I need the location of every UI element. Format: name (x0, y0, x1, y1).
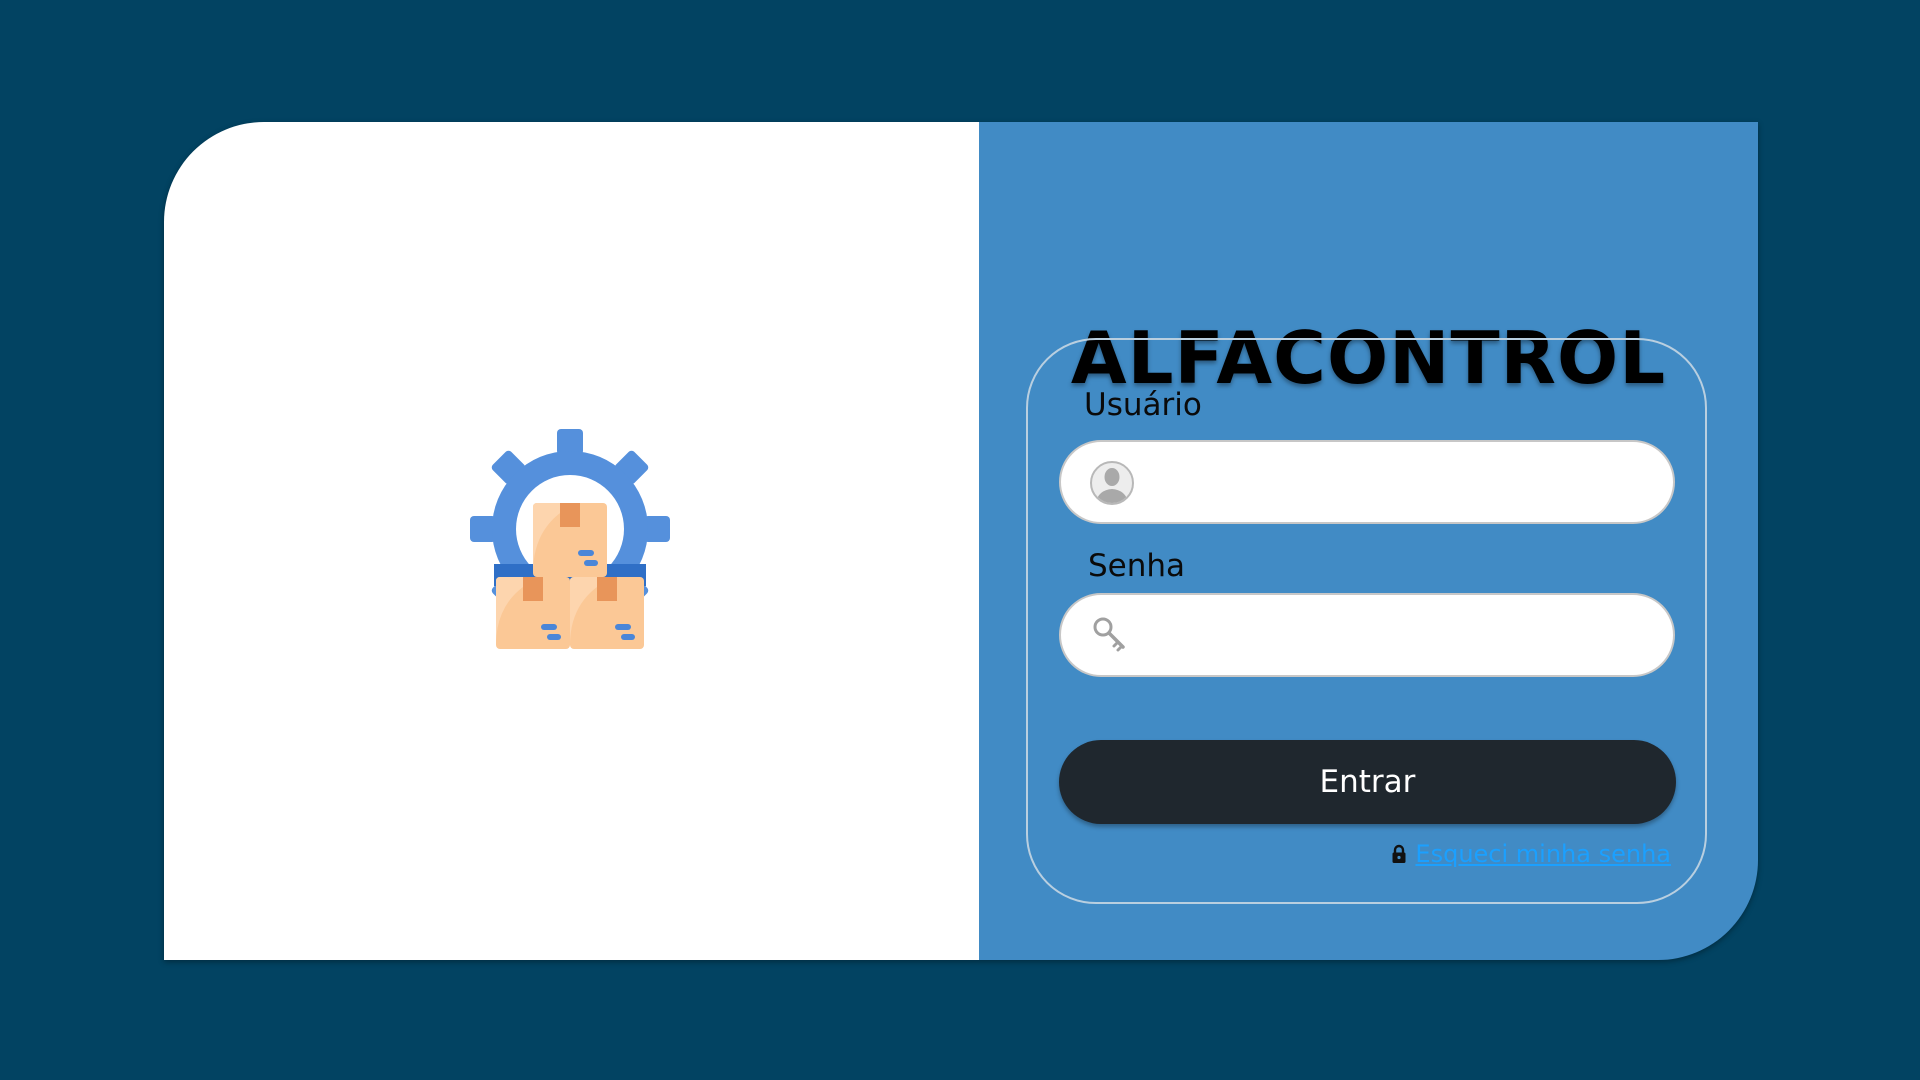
username-field-wrapper (1059, 440, 1675, 524)
forgot-password-row: Esqueci minha senha (1391, 840, 1671, 868)
login-form: Usuário Senha Entrar Esqueci minha senha (1026, 338, 1707, 904)
brand-panel (164, 122, 979, 960)
password-label: Senha (1088, 548, 1186, 584)
password-input[interactable] (1151, 595, 1655, 677)
password-field-wrapper (1059, 593, 1675, 677)
key-icon (1089, 613, 1135, 659)
forgot-password-link[interactable]: Esqueci minha senha (1415, 840, 1671, 868)
login-card: ALFACONTROL Usuário Senha Entrar Esqueci… (164, 122, 1758, 960)
user-avatar-icon (1089, 460, 1135, 506)
username-label: Usuário (1084, 387, 1202, 423)
login-button[interactable]: Entrar (1059, 740, 1676, 824)
lock-icon (1391, 844, 1407, 864)
username-input[interactable] (1151, 442, 1655, 524)
gear-with-boxes-icon (470, 429, 670, 649)
login-panel: ALFACONTROL Usuário Senha Entrar Esqueci… (979, 122, 1758, 960)
